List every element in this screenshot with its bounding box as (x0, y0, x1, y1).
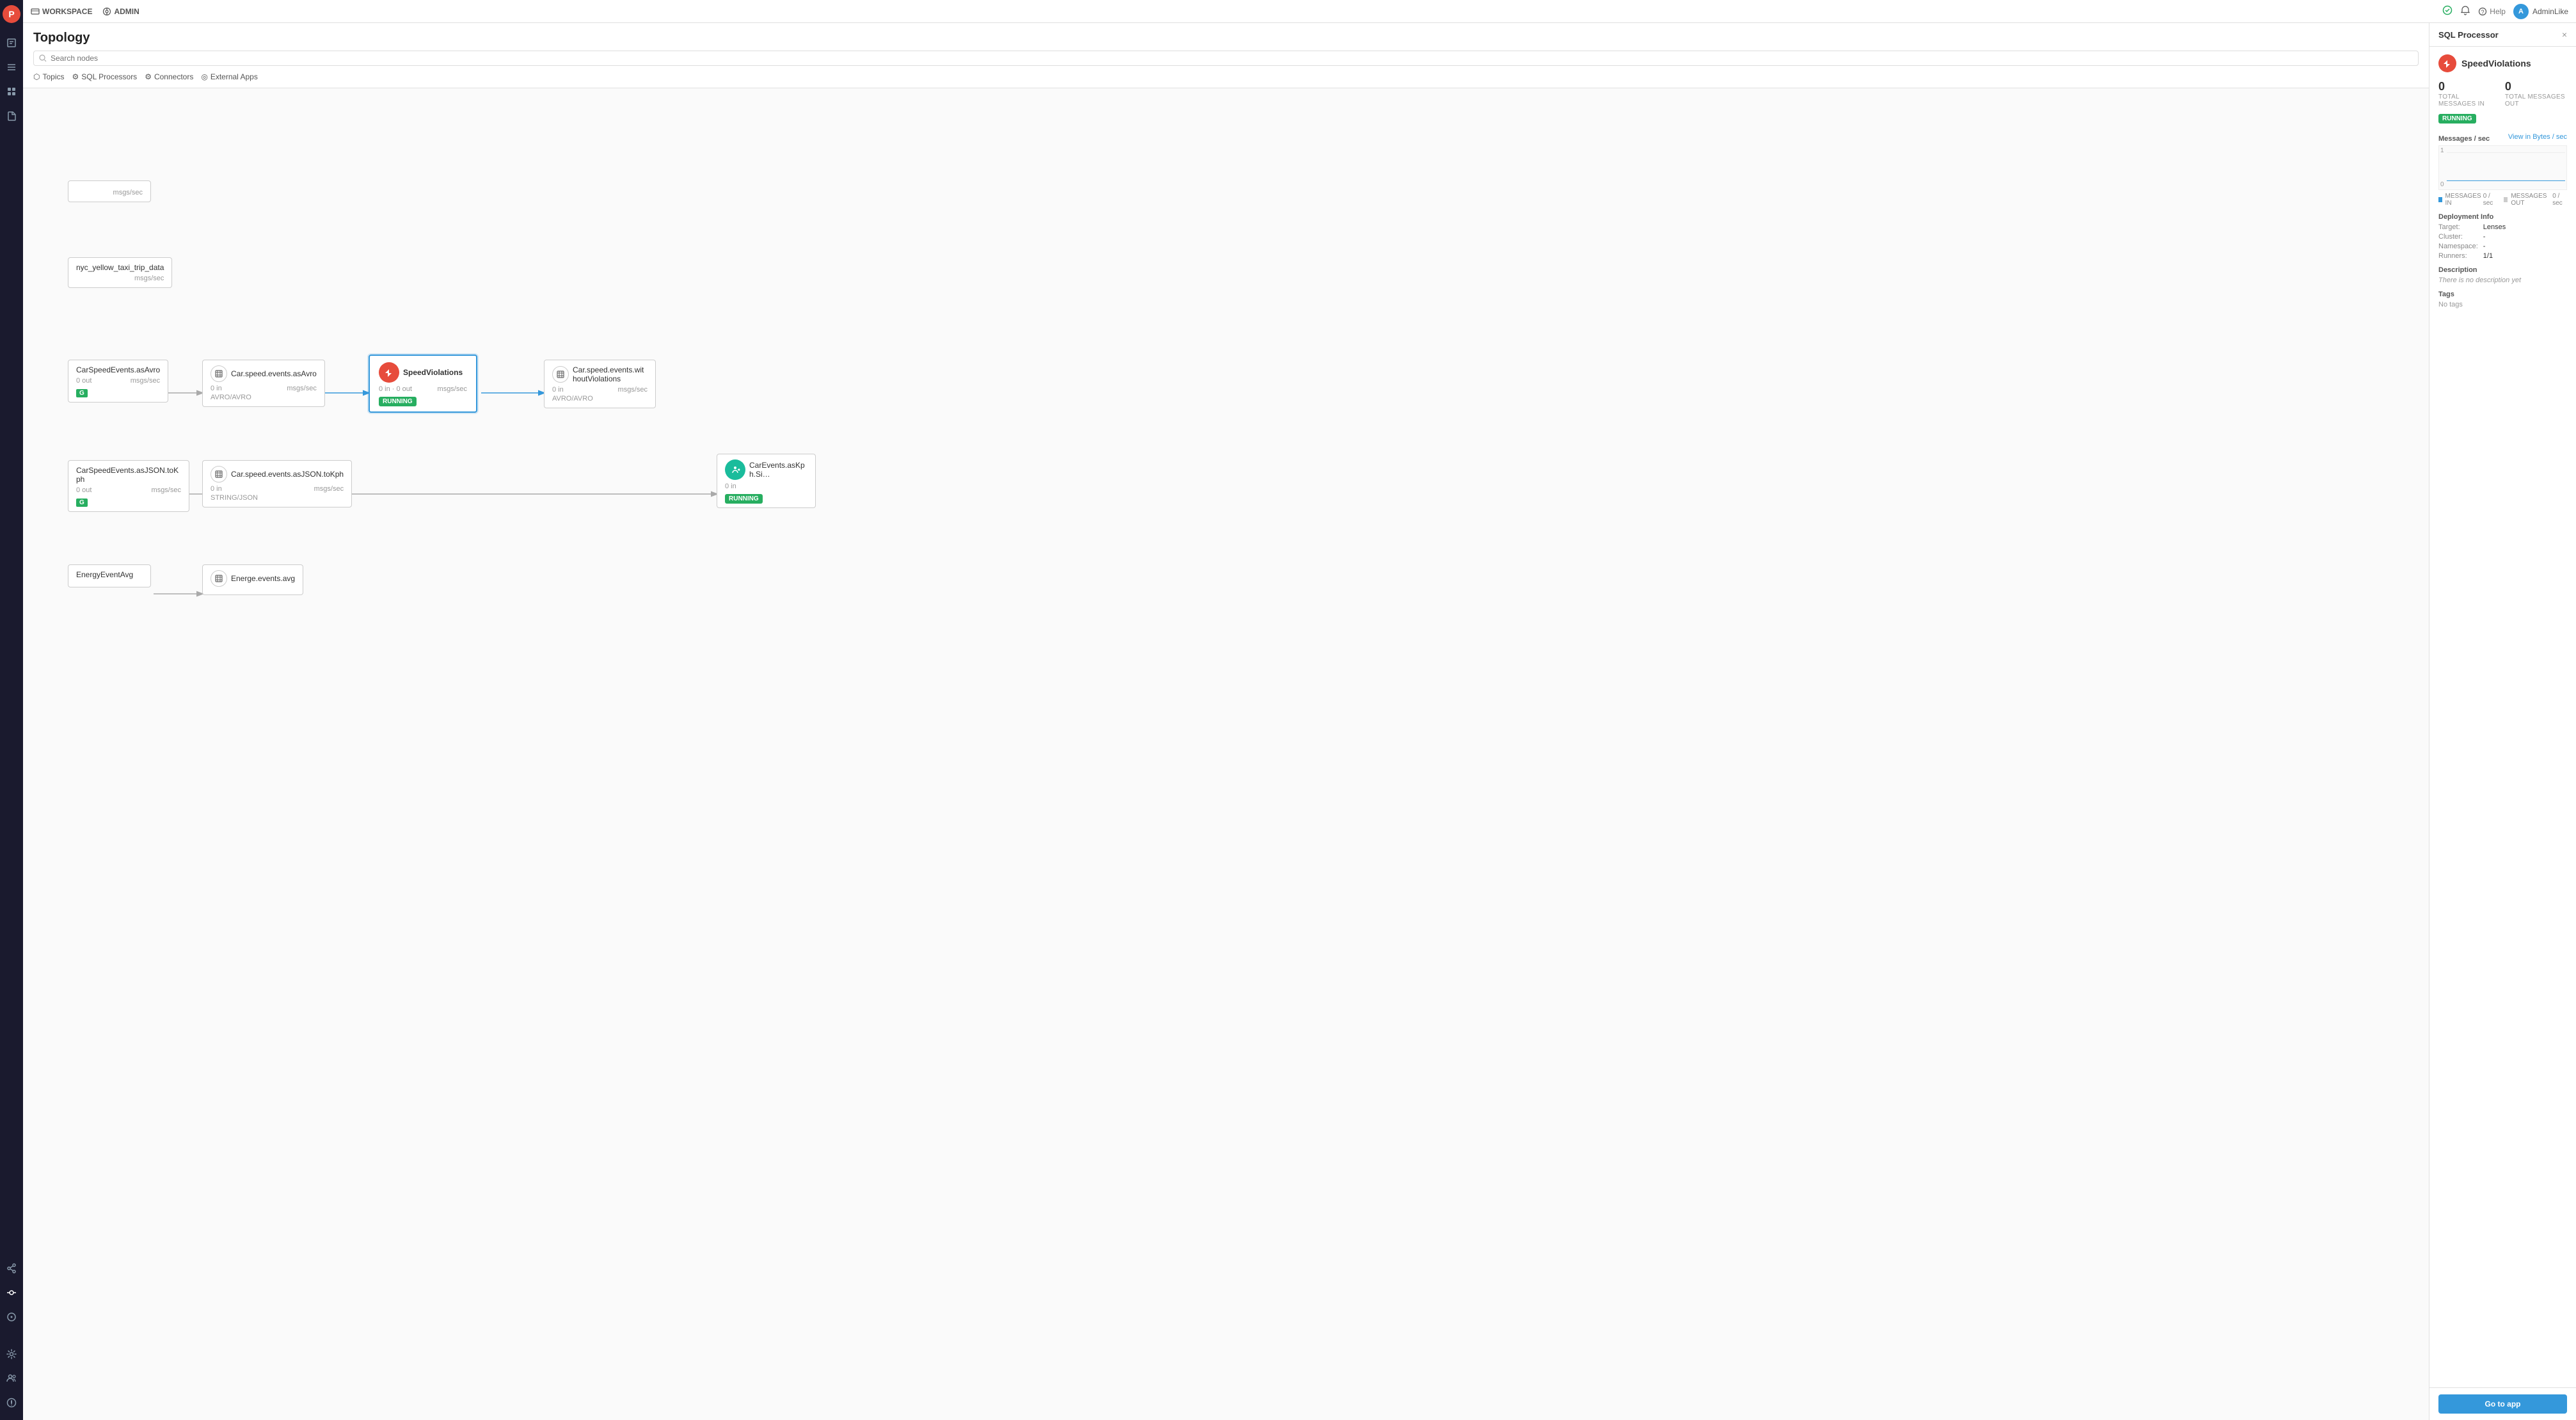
sidebar-icon-topology[interactable] (1, 1282, 22, 1303)
main-container: WORKSPACE ADMIN ? Help A AdminLike (23, 0, 2576, 1420)
app-logo[interactable]: P (3, 5, 20, 23)
node-topic-taxi[interactable]: nyc_yellow_taxi_trip_data msgs/sec (68, 257, 172, 288)
content-area: Topology ⬡ Topics ⚙ SQL Processors ⚙ (23, 23, 2576, 1420)
search-bar[interactable] (33, 51, 2419, 66)
node-topic-car-avro[interactable]: CarSpeedEvents.asAvro 0 out msgs/sec G (68, 360, 168, 403)
bell-icon[interactable] (2460, 5, 2470, 17)
topnav: WORKSPACE ADMIN ? Help A AdminLike (23, 0, 2576, 23)
topnav-right: ? Help A AdminLike (2442, 4, 2568, 19)
filter-tabs: ⬡ Topics ⚙ SQL Processors ⚙ Connectors ◎… (33, 71, 2419, 83)
check-icon[interactable] (2442, 5, 2453, 17)
topology-page: Topology ⬡ Topics ⚙ SQL Processors ⚙ (23, 23, 2429, 1420)
page-title: Topology (33, 31, 2419, 45)
node-topic-json[interactable]: CarSpeedEvents.asJSON.toKph 0 out msgs/s… (68, 460, 189, 512)
workspace-nav[interactable]: WORKSPACE (31, 7, 92, 16)
user-avatar: A (2513, 4, 2529, 19)
chart-legend: MESSAGES IN 0 / sec MESSAGES OUT 0 / sec (2438, 193, 2567, 207)
sidebar-icon-settings[interactable] (1, 1344, 22, 1364)
panel-close-button[interactable]: × (2562, 29, 2567, 40)
panel-body: SpeedViolations 0 TOTAL MESSAGES IN 0 TO… (2429, 47, 2576, 1387)
badge-g-json: G (76, 499, 88, 507)
processor-json-icon (211, 466, 227, 483)
panel-header: SQL Processor × (2429, 23, 2576, 47)
deploy-section-title: Deployment Info (2438, 213, 2567, 221)
tags-text: No tags (2438, 301, 2567, 308)
desc-section-title: Description (2438, 266, 2567, 274)
panel-processor-name: SpeedViolations (2461, 58, 2531, 68)
processor-icon (211, 365, 227, 382)
tab-sql-processors[interactable]: ⚙ SQL Processors (72, 71, 138, 83)
svg-text:?: ? (2481, 9, 2485, 15)
tab-external-apps[interactable]: ◎ External Apps (201, 71, 258, 83)
user-menu[interactable]: A AdminLike (2513, 4, 2568, 19)
panel-footer: Go to app (2429, 1387, 2576, 1420)
sidebar-icon-list[interactable] (1, 57, 22, 77)
panel-title: SQL Processor (2438, 30, 2499, 40)
node-topic-energy[interactable]: EnergyEventAvg (68, 564, 151, 587)
right-panel: SQL Processor × SpeedViolations 0 TOTAL … (2429, 23, 2576, 1420)
admin-nav[interactable]: ADMIN (102, 7, 139, 16)
sidebar-icon-grid[interactable] (1, 81, 22, 102)
topology-header: Topology ⬡ Topics ⚙ SQL Processors ⚙ (23, 23, 2429, 88)
node-processor-json[interactable]: Car.speed.events.asJSON.toKph 0 in msgs/… (202, 460, 352, 507)
sidebar-icon-files[interactable] (1, 33, 22, 53)
badge-running-kph: RUNNING (725, 494, 763, 504)
sidebar-icon-share[interactable] (1, 1258, 22, 1279)
description-text: There is no description yet (2438, 276, 2567, 284)
node-connector-car-kph[interactable]: CarEvents.asKph.Si… 0 in RUNNING (717, 454, 816, 508)
view-bytes-link[interactable]: View in Bytes / sec (2508, 133, 2567, 141)
panel-processor-icon (2438, 54, 2456, 72)
node-topic-empty[interactable]: msgs/sec (68, 180, 151, 202)
go-to-app-button[interactable]: Go to app (2438, 1394, 2567, 1414)
node-topic-violations[interactable]: Car.speed.events.withoutViolations 0 in … (544, 360, 656, 408)
connector-teal-icon (725, 459, 745, 480)
badge-running-speed: RUNNING (379, 397, 417, 406)
connector-red-icon (379, 362, 399, 383)
sidebar-icon-doc[interactable] (1, 106, 22, 126)
deploy-grid: Target: Lenses Cluster: - Namespace: - R… (2438, 223, 2567, 260)
stat-messages-out: 0 TOTAL MESSAGES OUT (2505, 80, 2567, 108)
search-icon (39, 54, 47, 62)
topic-violations-icon (552, 366, 569, 383)
topology-canvas[interactable]: msgs/sec nyc_yellow_taxi_trip_data msgs/… (23, 88, 2429, 1420)
node-processor-energy[interactable]: Energe.events.avg (202, 564, 303, 595)
chart-area: 1 0 (2438, 145, 2567, 190)
panel-status-badge: RUNNING (2438, 114, 2476, 124)
help-nav[interactable]: ? Help (2478, 7, 2506, 16)
stat-messages-in: 0 TOTAL MESSAGES IN (2438, 80, 2495, 108)
stats-row: 0 TOTAL MESSAGES IN 0 TOTAL MESSAGES OUT (2438, 80, 2567, 108)
search-input[interactable] (51, 54, 2413, 63)
sidebar-icon-alert[interactable] (1, 1392, 22, 1413)
sidebar-icon-compass[interactable] (1, 1307, 22, 1327)
processor-energy-icon (211, 570, 227, 587)
sidebar-icon-users[interactable] (1, 1368, 22, 1389)
sidebar: P (0, 0, 23, 1420)
tab-topics[interactable]: ⬡ Topics (33, 71, 65, 83)
node-processor-car-avro[interactable]: Car.speed.events.asAvro 0 in msgs/sec AV… (202, 360, 325, 407)
tab-connectors[interactable]: ⚙ Connectors (145, 71, 193, 83)
msgs-sec-header: Messages / sec View in Bytes / sec (2438, 129, 2567, 145)
node-connector-speed[interactable]: SpeedViolations 0 in · 0 out msgs/sec RU… (369, 355, 477, 413)
panel-name-row: SpeedViolations (2438, 54, 2567, 72)
canvas-wrapper: msgs/sec nyc_yellow_taxi_trip_data msgs/… (33, 99, 737, 546)
tags-section-title: Tags (2438, 291, 2567, 298)
badge-g: G (76, 389, 88, 397)
